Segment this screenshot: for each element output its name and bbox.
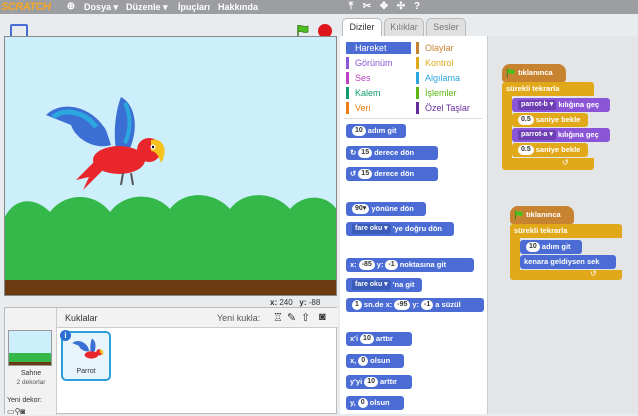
- scratch-logo[interactable]: SCRATCH: [1, 0, 51, 14]
- parrot-thumbnail: [72, 338, 104, 359]
- block-set-x[interactable]: x, 0 olsun: [346, 354, 404, 368]
- script2-forever-label: sürekli tekrarla: [514, 226, 568, 235]
- block-set-y[interactable]: y, 0 olsun: [346, 396, 404, 410]
- backdrop-tools: ▭⚲◙: [7, 407, 25, 416]
- sprites-title: Kuklalar: [65, 313, 98, 323]
- backdrop-camera-icon[interactable]: ◙: [20, 407, 25, 416]
- block-move[interactable]: 10 adım git: [346, 124, 406, 138]
- script1-forever-label: sürekli tekrarla: [506, 84, 560, 93]
- sprite-name: Parrot: [76, 368, 96, 375]
- paint-sprite-icon[interactable]: ✎: [287, 311, 296, 324]
- script2-move[interactable]: 10 adım git: [520, 240, 582, 254]
- stage-thumbnail[interactable]: [8, 330, 52, 366]
- menu-bar: SCRATCH ⊕ Dosya ▾ Düzenle ▾ İpuçları Hak…: [0, 0, 638, 14]
- category-sound[interactable]: Ses: [346, 72, 411, 84]
- tab-sounds[interactable]: Sesler: [426, 18, 466, 36]
- shrink-icon[interactable]: ✣: [396, 1, 406, 12]
- backdrop-count: 2 dekorlar: [16, 379, 46, 386]
- category-looks[interactable]: Görünüm: [346, 57, 411, 69]
- script2-when-flag-clicked[interactable]: tıklanınca: [510, 206, 574, 224]
- stage[interactable]: [4, 36, 337, 296]
- upload-sprite-icon[interactable]: ⇧: [301, 311, 310, 324]
- sprite-library-icon[interactable]: ♖: [273, 311, 283, 324]
- loop-arrow-icon: ↺: [590, 269, 597, 278]
- mouse-coordinates: x: 240 y: -88: [270, 298, 321, 307]
- camera-sprite-icon[interactable]: ◙: [319, 311, 326, 323]
- menu-edit[interactable]: Düzenle ▾: [126, 1, 168, 13]
- block-change-x[interactable]: x'i 10 arttır: [346, 332, 412, 346]
- script1-when-flag-clicked[interactable]: tıklanınca: [502, 64, 566, 82]
- block-turn-left[interactable]: ↺ 15 derece dön: [346, 167, 438, 181]
- script1-wait-1[interactable]: 0.5 saniye bekle: [512, 113, 588, 127]
- menu-tips[interactable]: İpuçları: [178, 1, 210, 13]
- editor-tabs: Diziler Kılıklar Sesler: [340, 16, 638, 36]
- tab-scripts[interactable]: Diziler: [342, 18, 382, 36]
- green-flag-icon: [514, 210, 523, 220]
- new-sprite-label: Yeni kukla:: [217, 313, 261, 323]
- rotate-left-icon: ↺: [350, 169, 357, 178]
- block-go-to[interactable]: fare oku ▾'na git: [346, 278, 422, 292]
- block-turn-right[interactable]: ↻ 15 derece dön: [346, 146, 438, 160]
- backdrop-paint-icon[interactable]: ▭: [7, 407, 15, 416]
- script1-switch-costume-1[interactable]: parrot-b ▾ kılığına geç: [512, 98, 610, 112]
- category-control[interactable]: Kontrol: [416, 57, 482, 69]
- category-more-blocks[interactable]: Özel Taşlar: [416, 102, 482, 114]
- duplicate-icon[interactable]: ⤒: [346, 1, 356, 12]
- blocks-palette: Hareket Görünüm Ses Kalem Veri Olaylar K…: [340, 36, 488, 414]
- category-pen[interactable]: Kalem: [346, 87, 411, 99]
- delete-icon[interactable]: ✂: [362, 1, 372, 12]
- sprites-pane: Sahne 2 dekorlar Yeni dekor: ▭⚲◙ Kuklala…: [4, 307, 338, 416]
- green-flag-icon: [506, 68, 515, 78]
- scripts-area[interactable]: tıklanınca sürekli tekrarla ↺ parrot-b ▾…: [488, 36, 638, 414]
- category-events[interactable]: Olaylar: [416, 42, 482, 54]
- tab-costumes[interactable]: Kılıklar: [384, 18, 424, 36]
- stage-thumbnail-column: Sahne 2 dekorlar Yeni dekor: ▭⚲◙: [5, 308, 57, 416]
- help-icon[interactable]: ?: [412, 1, 422, 12]
- sprites-header: Kuklalar Yeni kukla: ♖ ✎ ⇧ ◙: [57, 308, 338, 328]
- menu-file[interactable]: Dosya ▾: [84, 1, 118, 13]
- stage-label: Sahne: [20, 370, 42, 377]
- grow-icon[interactable]: ✥: [379, 1, 389, 12]
- loop-arrow-icon: ↺: [562, 158, 569, 167]
- rotate-right-icon: ↻: [350, 148, 357, 157]
- category-motion[interactable]: Hareket: [346, 42, 411, 54]
- globe-icon[interactable]: ⊕: [66, 1, 76, 12]
- script1-switch-costume-2[interactable]: parrot-a ▾ kılığına geç: [512, 128, 610, 142]
- block-point-direction[interactable]: 90▾ yönüne dön: [346, 202, 426, 216]
- block-glide[interactable]: 1 sn.de x: -95 y: -1 a süzül: [346, 298, 484, 312]
- script1-wait-2[interactable]: 0.5 saniye bekle: [512, 143, 588, 157]
- script2-bounce[interactable]: kenara geldiysen sek: [520, 255, 616, 269]
- new-backdrop-label: Yeni dekor:: [7, 397, 42, 404]
- category-operators[interactable]: İşlemler: [416, 87, 482, 99]
- block-go-to-xy[interactable]: x: -85 y: -1 noktasına git: [346, 258, 474, 272]
- palette-divider: [344, 118, 482, 119]
- block-change-y[interactable]: y'yi 10 arttır: [346, 375, 412, 389]
- category-data[interactable]: Veri: [346, 102, 411, 114]
- block-point-towards[interactable]: fare oku ▾'ye doğru dön: [346, 222, 454, 236]
- info-icon[interactable]: i: [60, 330, 71, 341]
- sprite-tile-parrot[interactable]: i Parrot: [60, 330, 111, 381]
- parrot-sprite[interactable]: [41, 95, 171, 195]
- menu-about[interactable]: Hakkında: [218, 1, 258, 13]
- category-sensing[interactable]: Algılama: [416, 72, 482, 84]
